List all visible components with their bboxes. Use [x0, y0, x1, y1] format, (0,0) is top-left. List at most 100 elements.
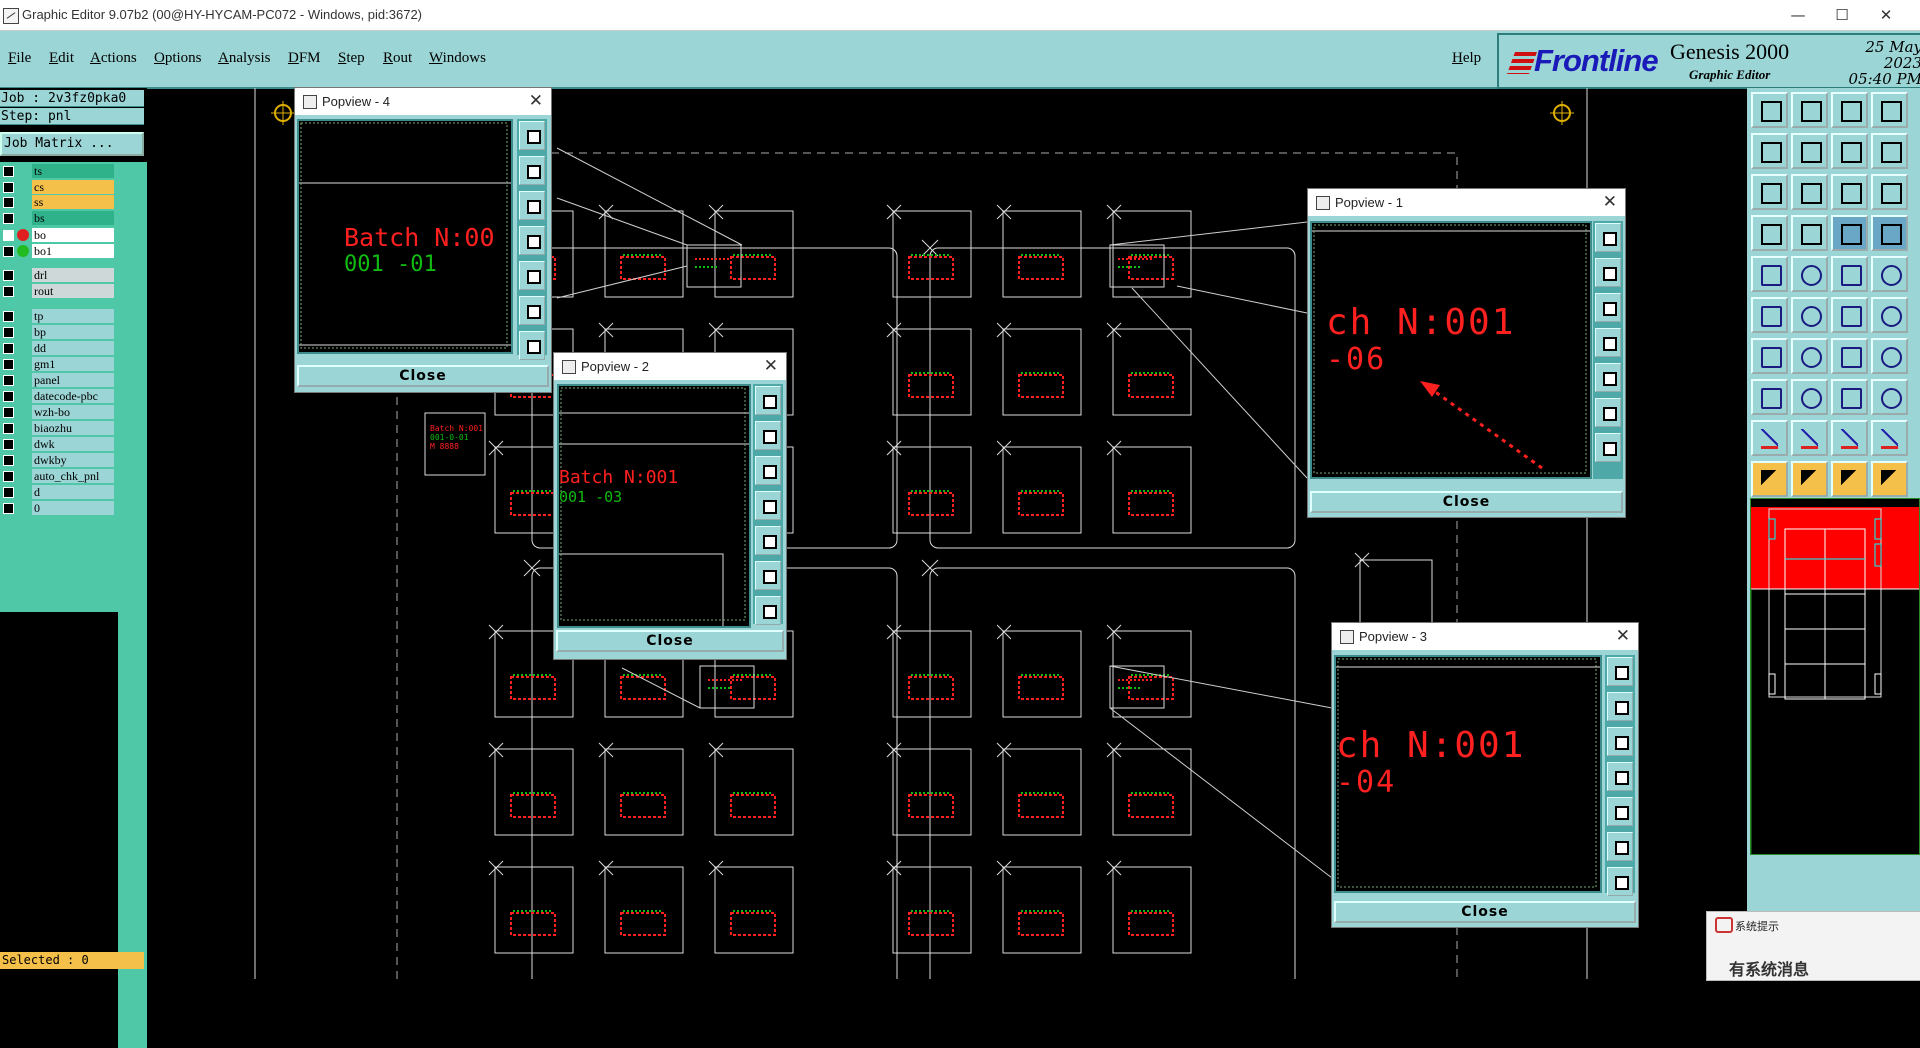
- measure-alt-icon[interactable]: [1871, 215, 1908, 251]
- layer-checkbox[interactable]: [3, 213, 14, 224]
- zoom-in-icon[interactable]: [755, 386, 781, 415]
- layer-row-bo[interactable]: bo: [0, 228, 118, 243]
- layer-name[interactable]: tp: [32, 309, 114, 323]
- layer-name[interactable]: dwkby: [32, 453, 114, 467]
- redo-icon[interactable]: [1871, 133, 1908, 169]
- shift-icon[interactable]: [1871, 297, 1908, 333]
- pan-down-icon[interactable]: [1607, 727, 1633, 756]
- angle-icon[interactable]: [1751, 338, 1788, 374]
- layer-row-d[interactable]: d: [0, 485, 118, 500]
- layer-row-rout[interactable]: rout: [0, 284, 118, 299]
- layer-name[interactable]: ts: [32, 164, 114, 178]
- close-icon[interactable]: ✕: [1616, 626, 1630, 646]
- pointer-multi-icon[interactable]: [1871, 461, 1908, 497]
- layer-name[interactable]: dwk: [32, 437, 114, 451]
- popview-2-title-bar[interactable]: Popview - 2 ✕: [554, 353, 786, 380]
- pan-down-icon[interactable]: [1595, 293, 1621, 322]
- layer-row-gm1[interactable]: gm1: [0, 357, 118, 372]
- pan-left-icon[interactable]: [1607, 762, 1633, 791]
- snap-icon[interactable]: [1751, 215, 1788, 251]
- layer-row-panel[interactable]: panel: [0, 373, 118, 388]
- zoom-out-icon[interactable]: [755, 421, 781, 450]
- layer-name[interactable]: d: [32, 485, 114, 499]
- layer-name[interactable]: biaozhu: [32, 421, 114, 435]
- pan-right-icon[interactable]: [519, 261, 545, 290]
- popview-4-view[interactable]: Batch N:00 001 -01: [297, 119, 513, 354]
- popview-4-title-bar[interactable]: Popview - 4 ✕: [295, 88, 551, 115]
- layer-name[interactable]: panel: [32, 373, 114, 387]
- popview-3-view[interactable]: ch N:001 -04: [1334, 655, 1602, 893]
- close-icon[interactable]: ✕: [529, 91, 543, 111]
- pointer-icon[interactable]: [1751, 461, 1788, 497]
- layer-name[interactable]: 0: [32, 501, 114, 515]
- popview-1-title-bar[interactable]: Popview - 1 ✕: [1308, 189, 1625, 216]
- layer-row-ss[interactable]: ss: [0, 195, 118, 210]
- measure-icon[interactable]: [1831, 215, 1868, 251]
- select-area-icon[interactable]: [1791, 256, 1828, 292]
- layer-row-tp[interactable]: tp: [0, 309, 118, 324]
- move-left-icon[interactable]: [1751, 133, 1788, 169]
- close-window-button[interactable]: ✕: [1866, 4, 1906, 26]
- layer-checkbox[interactable]: [3, 391, 14, 402]
- popview-2-close-button[interactable]: Close: [556, 630, 784, 652]
- layer-checkbox[interactable]: [3, 286, 14, 297]
- zoom-home-icon[interactable]: [755, 596, 781, 625]
- layer-name[interactable]: auto_chk_pnl: [32, 469, 114, 483]
- pan-down-icon[interactable]: [519, 191, 545, 220]
- split-icon[interactable]: [1871, 338, 1908, 374]
- layer-row-dd[interactable]: dd: [0, 341, 118, 356]
- popview-3[interactable]: Popview - 3 ✕ ch N:001 -04 Close: [1331, 622, 1639, 928]
- layer-row-cs[interactable]: cs: [0, 180, 118, 195]
- layer-name[interactable]: drl: [32, 268, 114, 282]
- menu-actions[interactable]: Actions: [90, 50, 137, 67]
- route-icon[interactable]: [1871, 379, 1908, 415]
- help-icon[interactable]: [1871, 174, 1908, 210]
- layer-checkbox[interactable]: [3, 230, 14, 241]
- layer-name[interactable]: rout: [32, 284, 114, 298]
- layer-row-biaozhu[interactable]: biaozhu: [0, 421, 118, 436]
- fit-view-icon[interactable]: [519, 296, 545, 325]
- layer-row-wzh-bo[interactable]: wzh-bo: [0, 405, 118, 420]
- triangle-cut-icon[interactable]: [1831, 420, 1868, 456]
- fit-view-icon[interactable]: [1595, 398, 1621, 427]
- menu-analysis[interactable]: Analysis: [218, 50, 271, 67]
- pan-left-icon[interactable]: [755, 491, 781, 520]
- zoom-in-icon[interactable]: [519, 121, 545, 150]
- pan-right-icon[interactable]: [1607, 797, 1633, 826]
- cross-icon[interactable]: [1791, 297, 1828, 333]
- layer-row-auto_chk_pnl[interactable]: auto_chk_pnl: [0, 469, 118, 484]
- zoom-out-icon[interactable]: [519, 156, 545, 185]
- menu-step[interactable]: Step: [338, 50, 365, 67]
- layer-up-icon[interactable]: [1751, 92, 1788, 128]
- layer-row-datecode-pbc[interactable]: datecode-pbc: [0, 389, 118, 404]
- layer-name[interactable]: bo: [32, 228, 114, 242]
- layer-checkbox[interactable]: [3, 503, 14, 514]
- layer-row-dwk[interactable]: dwk: [0, 437, 118, 452]
- layer-checkbox[interactable]: [3, 487, 14, 498]
- menu-rout[interactable]: Rout: [383, 50, 412, 67]
- pan-right-icon[interactable]: [755, 526, 781, 555]
- layer-checkbox[interactable]: [3, 359, 14, 370]
- line-icon[interactable]: [1791, 379, 1828, 415]
- layer-row-bp[interactable]: bp: [0, 325, 118, 340]
- arc-icon[interactable]: [1831, 338, 1868, 374]
- cylinder-icon[interactable]: [1751, 256, 1788, 292]
- zoom-home-icon[interactable]: [1595, 433, 1621, 462]
- pan-right-icon[interactable]: [1595, 363, 1621, 392]
- popview-1-close-button[interactable]: Close: [1310, 491, 1623, 513]
- pointer-sel-icon[interactable]: [1791, 461, 1828, 497]
- layer-row-0[interactable]: 0: [0, 501, 118, 516]
- fit-view-icon[interactable]: [755, 561, 781, 590]
- zoom-out-icon[interactable]: [1595, 258, 1621, 287]
- menu-edit[interactable]: Edit: [49, 50, 74, 67]
- popview-3-close-button[interactable]: Close: [1334, 901, 1636, 923]
- popview-2[interactable]: Popview - 2 ✕ Batch N:001 001 -03 Close: [553, 352, 787, 660]
- popview-4-close-button[interactable]: Close: [297, 365, 549, 387]
- frame-icon[interactable]: [1871, 92, 1908, 128]
- menu-windows[interactable]: Windows: [429, 50, 486, 67]
- layer-name[interactable]: wzh-bo: [32, 405, 114, 419]
- fit-view-icon[interactable]: [1607, 832, 1633, 861]
- zoom-in-icon[interactable]: [1607, 657, 1633, 686]
- layer-row-dwkby[interactable]: dwkby: [0, 453, 118, 468]
- layer-checkbox[interactable]: [3, 343, 14, 354]
